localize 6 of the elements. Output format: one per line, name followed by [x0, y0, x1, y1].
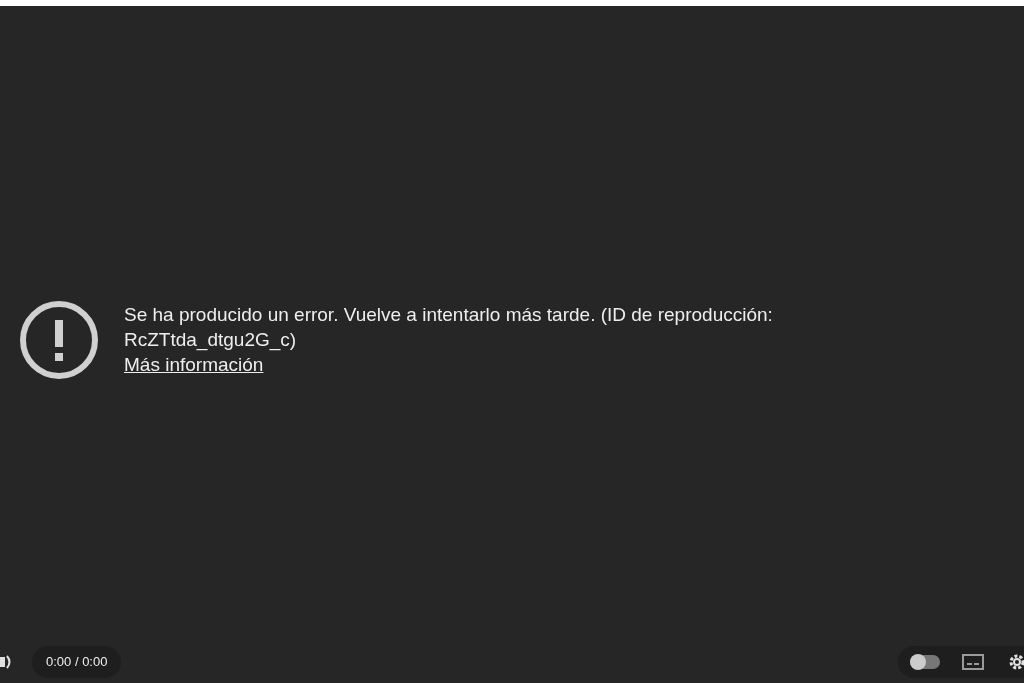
more-info-link[interactable]: Más información — [124, 352, 264, 377]
autoplay-toggle[interactable] — [910, 655, 940, 669]
error-message: Se ha producido un error. Vuelve a intentarlo más tarde. (ID de reproducción: RcZTtda_dtgu2G_c) — [124, 303, 774, 352]
time-display: 0:00 / 0:00 — [32, 646, 122, 678]
warning-icon — [19, 299, 99, 380]
subtitles-icon[interactable] — [962, 654, 984, 670]
